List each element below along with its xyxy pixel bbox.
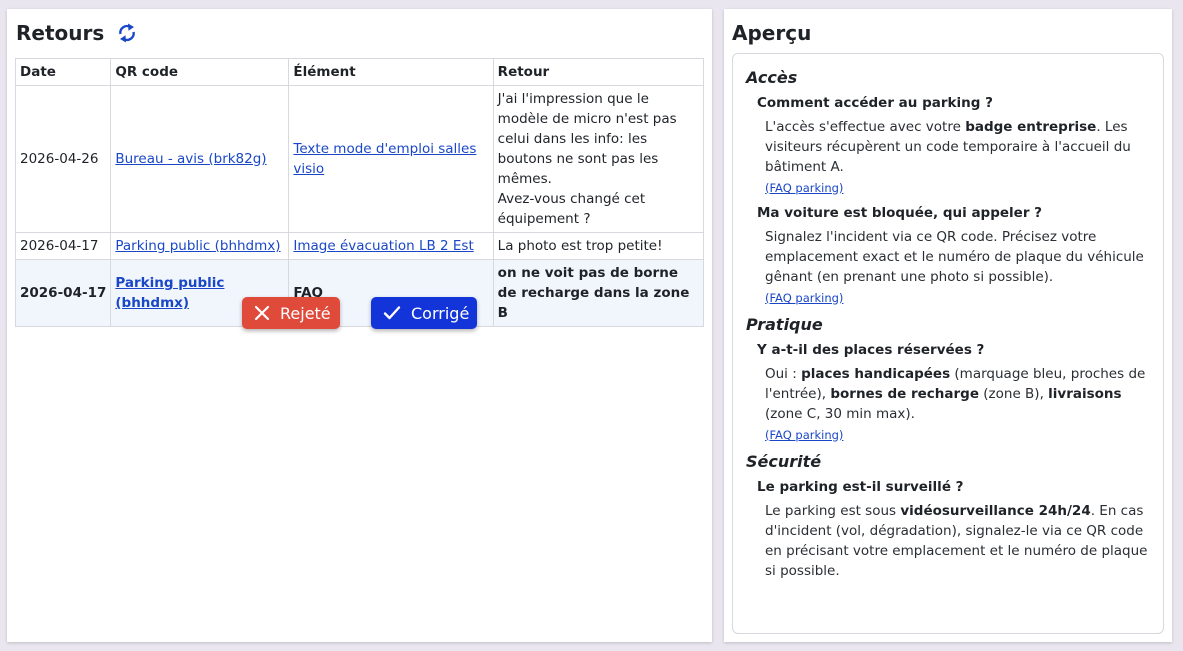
table-header-row: Date QR code Élément Retour bbox=[14, 58, 705, 86]
row-qr-cell: Bureau - avis (brk82g) bbox=[110, 85, 290, 233]
column-header-retour[interactable]: Retour bbox=[492, 58, 705, 86]
row-retour: on ne voit pas de borne de recharge dans… bbox=[492, 259, 705, 327]
row-retour: J'ai l'impression que le modèle de micro… bbox=[492, 85, 705, 233]
element-link[interactable]: Image évacuation LB 2 Est bbox=[293, 238, 473, 254]
fixed-button[interactable]: Corrigé bbox=[371, 297, 477, 329]
section-title-securite: Sécurité bbox=[746, 452, 822, 471]
faq-parking-link[interactable]: (FAQ parking) bbox=[765, 181, 1151, 195]
retours-panel: Retours Date QR code Élément Retour 2026… bbox=[7, 9, 712, 642]
retour-text-line: on ne voit pas de borne de recharge dans… bbox=[497, 265, 690, 321]
column-header-element[interactable]: Élément bbox=[288, 58, 494, 86]
row-date: 2026-04-17 bbox=[14, 259, 112, 327]
faq-question: Y a-t-il des places réservées ? bbox=[757, 342, 985, 358]
retours-table: Date QR code Élément Retour 2026-04-26 B… bbox=[14, 58, 705, 327]
row-element-cell: Texte mode d'emploi salles visio bbox=[288, 85, 494, 233]
reject-button[interactable]: Rejeté bbox=[242, 297, 340, 329]
faq-parking-link[interactable]: (FAQ parking) bbox=[765, 428, 1151, 442]
faq-answer: Le parking est sous vidéosurveillance 24… bbox=[765, 503, 1148, 579]
faq-parking-link[interactable]: (FAQ parking) bbox=[765, 291, 1151, 305]
close-icon bbox=[254, 305, 270, 321]
retour-text-line: Avez-vous changé cet équipement ? bbox=[497, 191, 646, 227]
table-row-selected[interactable]: 2026-04-17 Parking public (bhhdmx) FAQ o… bbox=[14, 259, 705, 327]
check-icon bbox=[383, 305, 401, 321]
faq-question: Ma voiture est bloquée, qui appeler ? bbox=[757, 205, 1043, 221]
section-title-pratique: Pratique bbox=[746, 315, 823, 334]
section-title-acces: Accès bbox=[746, 68, 798, 87]
fixed-button-label: Corrigé bbox=[411, 303, 470, 323]
row-qr-cell: Parking public (bhhdmx) bbox=[110, 232, 290, 260]
row-date: 2026-04-17 bbox=[14, 232, 112, 260]
table-row[interactable]: 2026-04-17 Parking public (bhhdmx) Image… bbox=[14, 232, 705, 260]
reject-button-label: Rejeté bbox=[280, 303, 331, 323]
retours-header: Retours bbox=[16, 21, 138, 45]
apercu-panel: Aperçu Accès Comment accéder au parking … bbox=[724, 9, 1172, 642]
row-element-cell: Image évacuation LB 2 Est bbox=[288, 232, 494, 260]
element-link[interactable]: Texte mode d'emploi salles visio bbox=[293, 141, 476, 177]
retour-text-line: J'ai l'impression que le modèle de micro… bbox=[497, 91, 677, 187]
retours-title: Retours bbox=[16, 21, 105, 45]
qr-code-link[interactable]: Parking public (bhhdmx) bbox=[115, 238, 280, 254]
table-row[interactable]: 2026-04-26 Bureau - avis (brk82g) Texte … bbox=[14, 85, 705, 233]
column-header-qr-code[interactable]: QR code bbox=[110, 58, 290, 86]
qr-code-link[interactable]: Bureau - avis (brk82g) bbox=[115, 151, 266, 167]
apercu-preview[interactable]: Accès Comment accéder au parking ? L'acc… bbox=[732, 53, 1164, 634]
column-header-date[interactable]: Date bbox=[14, 58, 112, 86]
row-retour: La photo est trop petite! bbox=[492, 232, 705, 260]
faq-question: Comment accéder au parking ? bbox=[757, 95, 993, 111]
qr-code-link[interactable]: Parking public (bhhdmx) bbox=[115, 275, 224, 311]
refresh-icon[interactable] bbox=[116, 22, 138, 44]
faq-answer: L'accès s'effectue avec votre badge entr… bbox=[765, 119, 1131, 175]
row-date: 2026-04-26 bbox=[14, 85, 112, 233]
retour-text-line: La photo est trop petite! bbox=[497, 238, 663, 254]
apercu-title: Aperçu bbox=[732, 21, 812, 45]
faq-answer: Oui : places handicapées (marquage bleu,… bbox=[765, 366, 1146, 422]
faq-answer: Signalez l'incident via ce QR code. Préc… bbox=[765, 229, 1144, 285]
faq-question: Le parking est-il surveillé ? bbox=[757, 479, 964, 495]
